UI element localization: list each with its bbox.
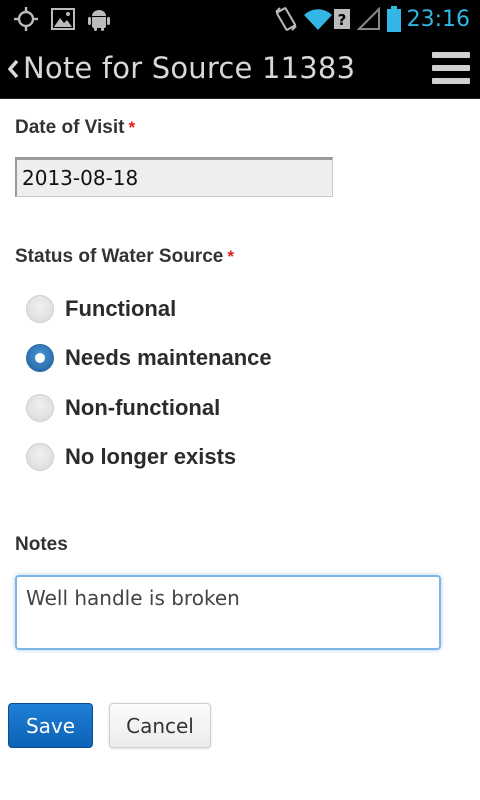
radio-label: Needs maintenance [65,345,272,370]
notes-textarea[interactable]: Well handle is broken [15,575,441,650]
gps-icon [12,0,40,38]
radio-option-non-functional[interactable]: Non-functional [26,392,220,424]
image-icon [50,0,76,38]
battery-icon [386,0,402,38]
cancel-button[interactable]: Cancel [109,703,211,748]
radio-option-no-longer-exists[interactable]: No longer exists [26,441,236,473]
chevron-left-icon[interactable] [4,38,22,99]
date-of-visit-input[interactable]: 2013-08-18 [15,157,333,197]
radio-label: Non-functional [65,395,221,420]
question-icon: ? [333,0,351,38]
date-label-text: Date of Visit [15,117,125,138]
radio-button[interactable] [26,443,54,471]
wifi-icon [303,0,333,38]
radio-label: No longer exists [65,444,237,469]
page-title[interactable]: Note for Source 11383 [23,38,355,99]
date-of-visit-label: Date of Visit * [15,117,135,139]
radio-label: Functional [65,296,177,321]
svg-text:?: ? [338,11,347,29]
status-bar: ? 23:16 [0,0,480,38]
radio-option-needs-maintenance[interactable]: Needs maintenance [26,342,272,374]
signal-icon [356,0,382,38]
radio-button-selected[interactable] [26,344,54,372]
required-marker: * [227,247,234,266]
menu-icon[interactable] [432,50,470,86]
vibrate-icon [272,0,300,38]
radio-button[interactable] [26,295,54,323]
android-icon [88,0,110,38]
status-label: Status of Water Source * [15,246,234,268]
radio-option-functional[interactable]: Functional [26,293,176,325]
save-button[interactable]: Save [8,703,93,748]
radio-button[interactable] [26,394,54,422]
required-marker: * [128,118,136,137]
status-label-text: Status of Water Source [15,246,224,267]
action-bar: Note for Source 11383 [0,38,480,99]
status-time: 23:16 [406,7,470,32]
notes-label: Notes [15,534,68,555]
